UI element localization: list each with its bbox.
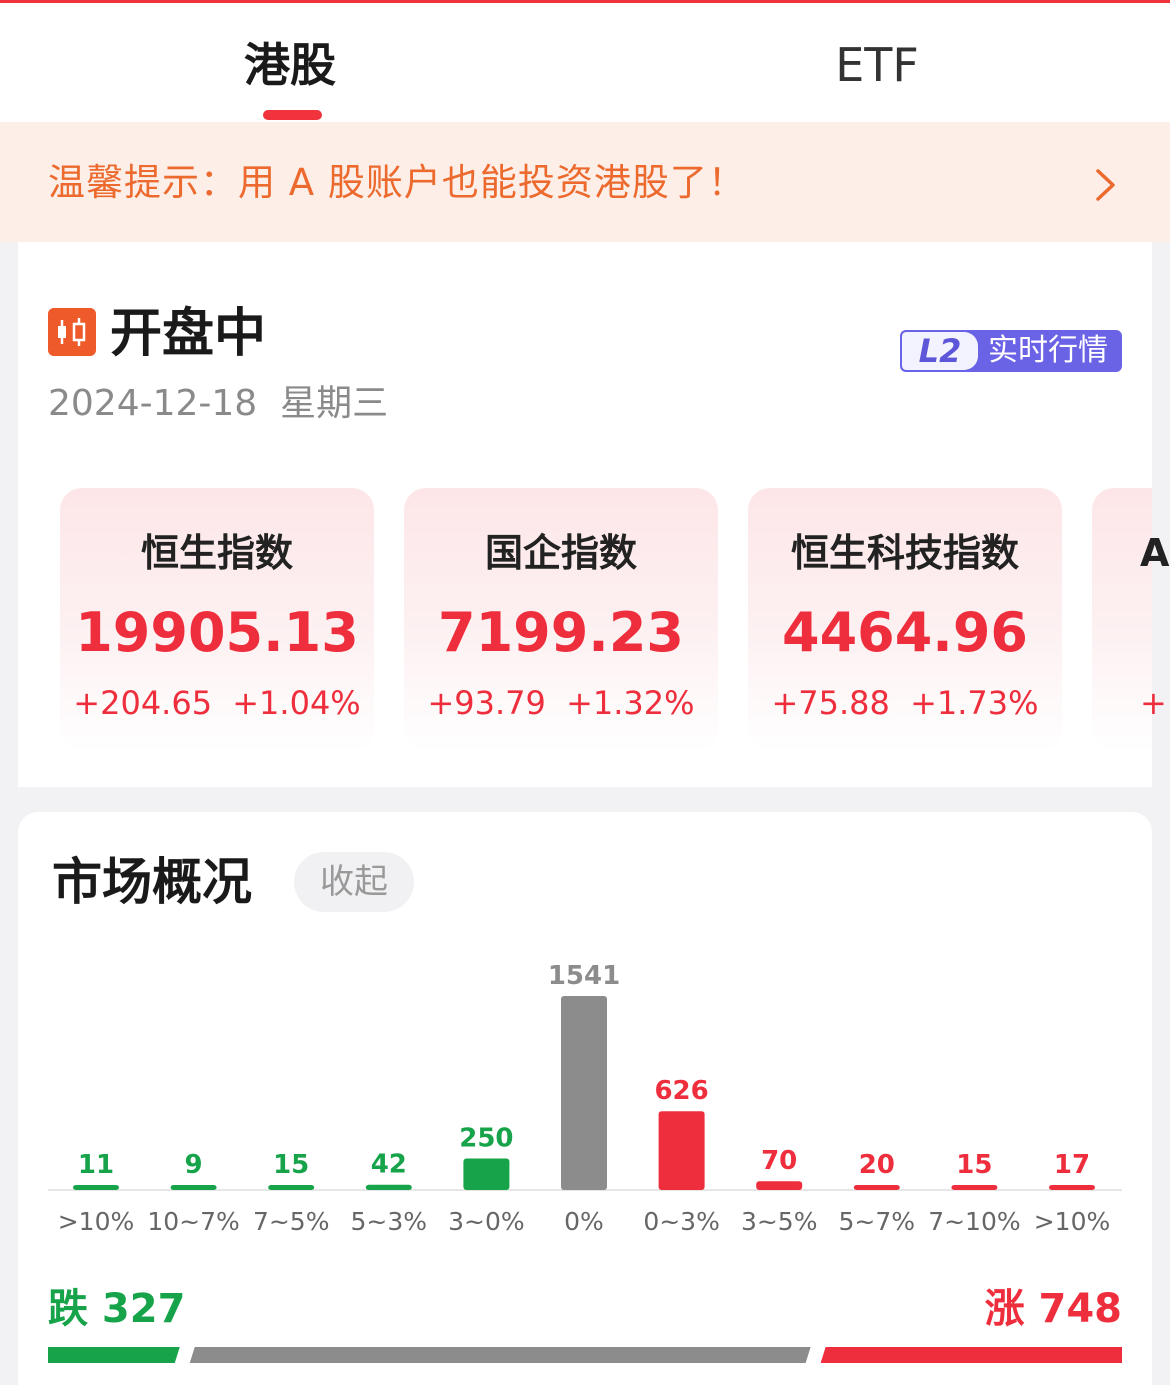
tab-hk-stocks[interactable]: 港股: [230, 33, 350, 97]
rise-count: 涨 748: [984, 1286, 1122, 1332]
index-change-points: +204.65: [73, 684, 213, 722]
index-change: +204.65 +1.04%: [60, 681, 374, 725]
index-change-percent: +1.32%: [566, 684, 695, 722]
index-change-points: +93.79: [427, 684, 546, 722]
index-name: 恒生指数: [140, 531, 293, 575]
distribution-histogram: 11 >10% 9 10~7% 15 7~5% 42 5~3% 250 3~0% 1541 0% 626…: [48, 961, 1122, 1236]
notice-text: 温馨提示：用 A 股账户也能投资港股了！: [48, 161, 746, 204]
histogram-bar: [951, 1185, 998, 1190]
ratio-segment-flat: [189, 1347, 811, 1363]
histogram-category-label: 3~0%: [448, 1207, 525, 1236]
histogram-category-label: 10~7%: [147, 1207, 239, 1236]
fall-count: 跌 327: [48, 1286, 186, 1332]
histogram-category-label: 0~3%: [643, 1207, 720, 1236]
histogram-value-label: 15: [273, 1150, 309, 1180]
l2-realtime-badge[interactable]: L2 实时行情: [900, 330, 1122, 372]
ratio-segment-rise: [820, 1347, 1122, 1363]
index-card-hsi[interactable]: 恒生指数 19905.13 +204.65 +1.04%: [60, 488, 374, 752]
index-change-percent: +1.04%: [232, 684, 361, 722]
index-change-percent: +1.73%: [910, 684, 1039, 722]
histogram-bar: [170, 1185, 217, 1190]
histogram-bar: [658, 1111, 705, 1190]
histogram-value-label: 11: [78, 1150, 114, 1180]
histogram-value-label: 70: [761, 1146, 797, 1176]
index-name: 恒生科技指数: [790, 531, 1019, 575]
histogram-bar: [1049, 1185, 1095, 1190]
tab-etf[interactable]: ETF: [810, 33, 944, 97]
index-change-points: +75.88: [771, 684, 890, 722]
ratio-segment-fall: [48, 1347, 180, 1363]
index-card-hstech[interactable]: 恒生科技指数 4464.96 +75.88 +1.73%: [748, 488, 1062, 752]
index-value: 4464.96: [782, 601, 1028, 664]
histogram-category-label: 7~10%: [928, 1207, 1020, 1236]
histogram-category-label: >10%: [1034, 1207, 1111, 1236]
index-card-partial[interactable]: A +: [1092, 488, 1170, 752]
index-change: +: [1140, 684, 1167, 722]
index-change: +93.79 +1.32%: [404, 681, 718, 725]
histogram-bar: [268, 1185, 315, 1190]
index-card-hscei[interactable]: 国企指数 7199.23 +93.79 +1.32%: [404, 488, 718, 752]
l2-label: L2: [902, 332, 978, 370]
histogram-bar: [365, 1184, 412, 1190]
histogram-value-label: 9: [185, 1150, 203, 1180]
histogram-value-label: 15: [956, 1150, 992, 1180]
histogram-value-label: 42: [371, 1150, 407, 1180]
histogram-category-label: 0%: [564, 1207, 604, 1236]
histogram-value-label: 1541: [548, 961, 620, 991]
collapse-button[interactable]: 收起: [294, 852, 414, 912]
index-change: +75.88 +1.73%: [748, 681, 1062, 725]
market-tabs: 港股 ETF: [0, 3, 1170, 122]
overview-title: 市场概况: [52, 853, 252, 911]
histogram-bar: [853, 1185, 900, 1190]
histogram-value-label: 626: [654, 1076, 708, 1106]
chevron-right-icon[interactable]: [1094, 168, 1118, 202]
index-value: 19905.13: [75, 601, 359, 664]
realtime-label: 实时行情: [988, 333, 1108, 368]
candlestick-icon: [48, 308, 96, 356]
histogram-value-label: 17: [1054, 1150, 1090, 1180]
rise-fall-ratio-bar: [48, 1347, 1122, 1363]
index-value: 7199.23: [438, 601, 684, 664]
notice-banner[interactable]: 温馨提示：用 A 股账户也能投资港股了！: [0, 122, 1170, 242]
histogram-category-label: 5~3%: [351, 1207, 428, 1236]
histogram-category-label: 7~5%: [253, 1207, 330, 1236]
histogram-bar: [561, 996, 607, 1190]
market-status-title: 开盘中: [110, 304, 267, 364]
histogram-category-label: 3~5%: [741, 1207, 818, 1236]
histogram-category-label: 5~7%: [839, 1207, 916, 1236]
index-name: 国企指数: [484, 531, 637, 575]
histogram-category-label: >10%: [58, 1207, 135, 1236]
histogram-bar: [756, 1181, 803, 1190]
histogram-bar: [73, 1185, 119, 1190]
active-tab-indicator: [263, 110, 322, 120]
histogram-value-label: 20: [859, 1150, 895, 1180]
histogram-value-label: 250: [459, 1124, 513, 1154]
histogram-bar: [463, 1158, 510, 1190]
market-date: 2024-12-18 星期三: [48, 383, 389, 424]
index-name: A: [1140, 531, 1170, 575]
